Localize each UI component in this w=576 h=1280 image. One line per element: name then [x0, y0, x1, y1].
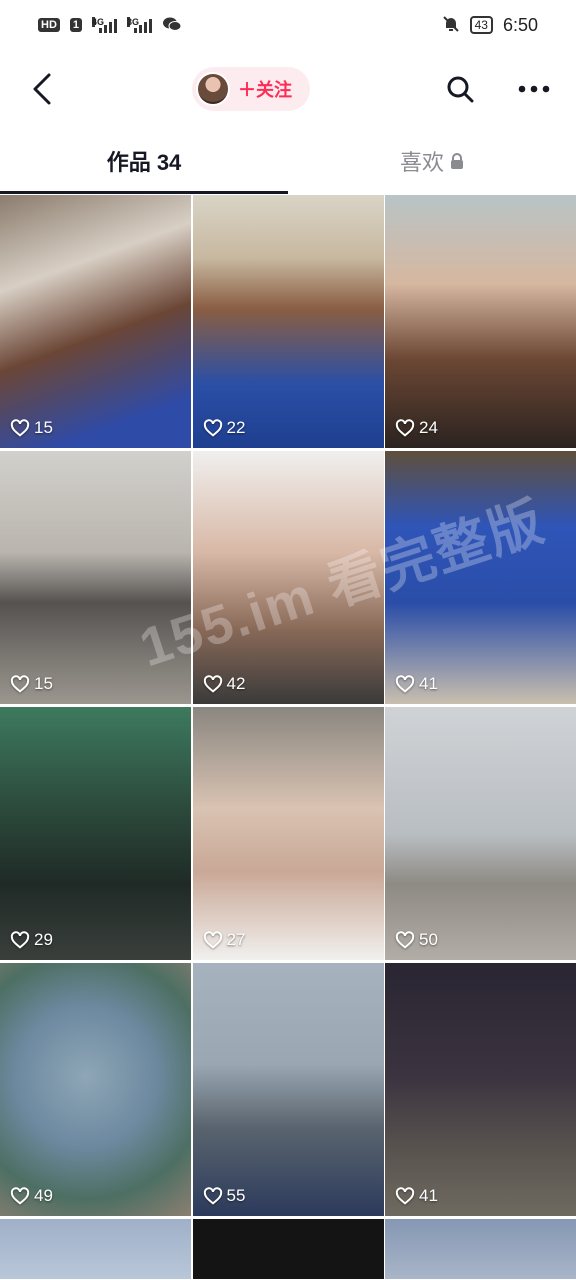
heart-icon — [203, 675, 222, 693]
tab-likes[interactable]: 喜欢 — [288, 128, 576, 194]
video-grid: 15 22 24 15 42 41 29 27 50 49 55 41 — [0, 195, 576, 1279]
heart-icon — [10, 675, 30, 693]
signal-3g-icon: 3G — [127, 17, 153, 33]
video-thumbnail[interactable]: 24 — [385, 195, 576, 448]
like-count: 24 — [395, 418, 438, 438]
avatar — [196, 72, 230, 106]
follow-button[interactable]: ＋关注 — [192, 67, 310, 111]
video-thumbnail[interactable]: 15 — [0, 451, 191, 704]
like-count-value: 29 — [34, 930, 53, 949]
more-icon — [518, 85, 550, 93]
like-count-value: 24 — [419, 418, 438, 437]
like-count-value: 41 — [419, 1186, 438, 1205]
profile-header: ＋关注 — [0, 50, 576, 128]
video-thumbnail[interactable]: 49 — [0, 963, 191, 1216]
like-count: 41 — [395, 1186, 438, 1206]
video-thumbnail[interactable]: 27 — [192, 707, 384, 960]
wechat-icon — [162, 16, 182, 35]
heart-icon — [395, 931, 415, 949]
network-label-4g: 4G — [92, 17, 105, 27]
header-actions — [440, 69, 554, 109]
like-count: 29 — [10, 930, 53, 950]
follow-label: ＋关注 — [238, 80, 292, 100]
status-left: HD 1 4G 3G — [38, 16, 182, 35]
heart-icon — [395, 1187, 415, 1205]
heart-icon — [10, 1187, 30, 1205]
video-thumbnail[interactable] — [0, 1219, 191, 1279]
heart-icon — [203, 419, 222, 437]
like-count: 15 — [10, 418, 53, 438]
profile-tabs: 作品 34 喜欢 — [0, 128, 576, 194]
tab-underline — [0, 191, 288, 194]
tab-likes-label: 喜欢 — [399, 150, 444, 175]
heart-icon — [203, 1187, 222, 1205]
like-count-value: 50 — [419, 930, 438, 949]
like-count: 15 — [10, 674, 53, 694]
status-bar: HD 1 4G 3G 43 6:50 — [0, 0, 576, 50]
signal-4g-icon: 4G — [92, 17, 118, 33]
like-count-value: 55 — [226, 1186, 246, 1205]
like-count-value: 22 — [226, 418, 246, 437]
sim-badge: 1 — [69, 18, 83, 32]
like-count: 50 — [395, 930, 438, 950]
heart-icon — [10, 931, 30, 949]
status-right: 43 6:50 — [442, 15, 538, 36]
search-icon — [447, 76, 474, 103]
status-time: 6:50 — [502, 14, 538, 35]
heart-icon — [203, 931, 222, 949]
like-count: 55 — [203, 1186, 246, 1206]
back-arrow-icon — [33, 73, 51, 105]
video-thumbnail[interactable]: 41 — [385, 451, 576, 704]
like-count-value: 27 — [226, 930, 246, 949]
mute-bell-icon — [442, 15, 460, 36]
like-count: 42 — [203, 674, 246, 694]
video-thumbnail[interactable]: 42 — [192, 451, 384, 704]
search-button[interactable] — [440, 69, 480, 109]
like-count-value: 41 — [419, 674, 438, 693]
video-thumbnail[interactable] — [192, 1219, 384, 1279]
like-count-value: 15 — [34, 418, 53, 437]
video-thumbnail[interactable]: 50 — [385, 707, 576, 960]
video-thumbnail[interactable]: 22 — [192, 195, 384, 448]
more-button[interactable] — [514, 69, 554, 109]
network-label-3g: 3G — [127, 17, 140, 27]
video-thumbnail[interactable]: 15 — [0, 195, 191, 448]
video-thumbnail[interactable]: 41 — [385, 963, 576, 1216]
back-button[interactable] — [22, 69, 62, 109]
heart-icon — [10, 419, 30, 437]
like-count: 27 — [203, 930, 246, 950]
lock-icon — [451, 152, 463, 169]
like-count-value: 42 — [226, 674, 246, 693]
heart-icon — [395, 419, 415, 437]
heart-icon — [395, 675, 415, 693]
battery-indicator: 43 — [469, 16, 493, 34]
like-count-value: 15 — [34, 674, 53, 693]
video-thumbnail[interactable] — [385, 1219, 576, 1279]
like-count: 22 — [203, 418, 246, 438]
video-thumbnail[interactable]: 29 — [0, 707, 191, 960]
tab-works-label: 作品 34 — [106, 150, 182, 175]
like-count: 49 — [10, 1186, 53, 1206]
tab-works[interactable]: 作品 34 — [0, 128, 288, 194]
like-count: 41 — [395, 674, 438, 694]
video-thumbnail[interactable]: 55 — [192, 963, 384, 1216]
like-count-value: 49 — [34, 1186, 53, 1205]
hd-badge: HD — [38, 18, 60, 32]
